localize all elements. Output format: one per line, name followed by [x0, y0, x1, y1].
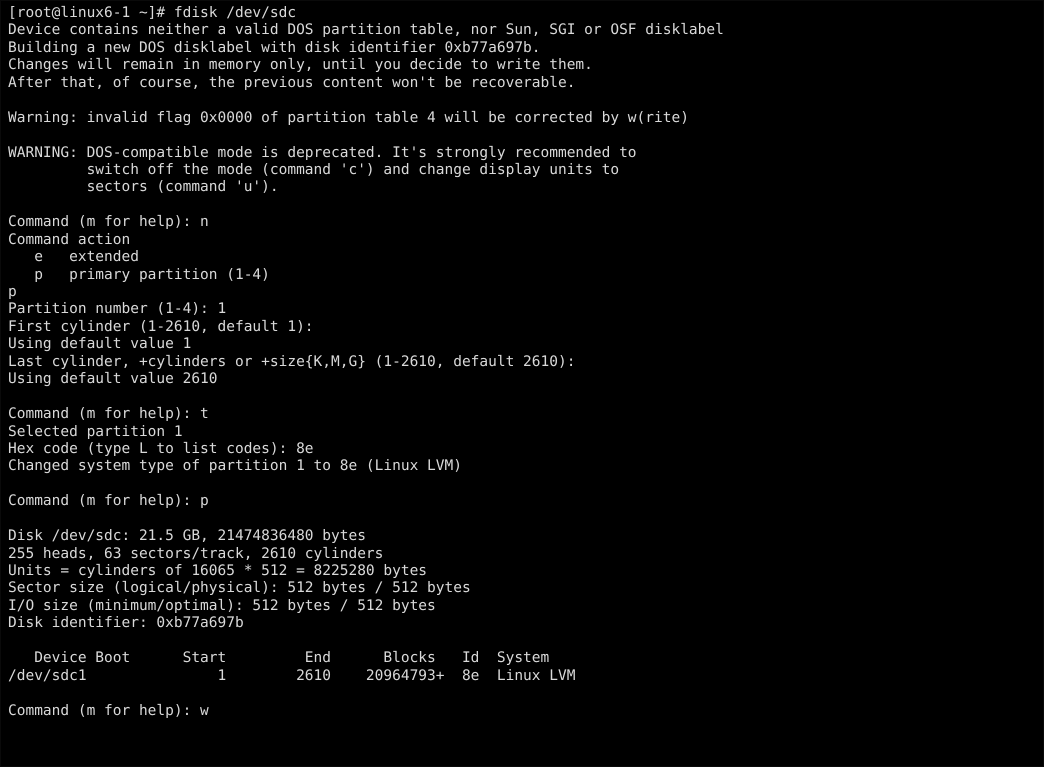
terminal-line: Last cylinder, +cylinders or +size{K,M,G… [8, 353, 576, 370]
terminal-line: e extended [8, 249, 139, 266]
terminal-line: switch off the mode (command 'c') and ch… [8, 161, 620, 178]
terminal-line: Sector size (logical/physical): 512 byte… [8, 580, 471, 597]
terminal-line: Partition number (1-4): 1 [8, 301, 227, 318]
terminal-line: p primary partition (1-4) [8, 266, 270, 283]
terminal-line: Warning: invalid flag 0x0000 of partitio… [8, 109, 689, 126]
terminal-line: First cylinder (1-2610, default 1): [8, 318, 314, 335]
terminal-line: Using default value 1 [8, 336, 192, 353]
terminal-line: Command action [8, 231, 131, 248]
terminal-line: Units = cylinders of 16065 * 512 = 82252… [8, 563, 428, 579]
terminal-line-prompt: Command (m for help): w [8, 702, 209, 719]
terminal-line: WARNING: DOS-compatible mode is deprecat… [8, 144, 637, 161]
terminal-line: Command (m for help): n [8, 214, 209, 231]
terminal-line: Using default value 2610 [8, 371, 218, 388]
partition-table-header: Device Boot Start End Blocks Id System [8, 650, 550, 667]
terminal-line: Selected partition 1 [8, 423, 183, 440]
terminal-line: Command (m for help): p [8, 493, 209, 510]
terminal-line: Disk identifier: 0xb77a697b [8, 615, 244, 632]
terminal-line: Device contains neither a valid DOS part… [8, 22, 724, 39]
terminal-window[interactable]: [root@linux6-1 ~]# fdisk /dev/sdc Device… [0, 0, 1044, 767]
terminal-line: Hex code (type L to list codes): 8e [8, 440, 314, 457]
terminal-line: Changed system type of partition 1 to 8e… [8, 458, 462, 475]
terminal-line: Command (m for help): t [8, 406, 209, 423]
terminal-line: sectors (command 'u'). [8, 179, 279, 196]
terminal-line: Building a new DOS disklabel with disk i… [8, 39, 541, 56]
terminal-line: I/O size (minimum/optimal): 512 bytes / … [8, 597, 436, 614]
terminal-line: After that, of course, the previous cont… [8, 74, 576, 91]
terminal-line: Disk /dev/sdc: 21.5 GB, 21474836480 byte… [8, 528, 366, 545]
terminal-line: 255 heads, 63 sectors/track, 2610 cylind… [8, 545, 384, 562]
terminal-line: Changes will remain in memory only, unti… [8, 57, 593, 74]
terminal-line: [root@linux6-1 ~]# fdisk /dev/sdc [8, 5, 297, 21]
terminal-screen[interactable]: [root@linux6-1 ~]# fdisk /dev/sdc Device… [8, 5, 1043, 766]
terminal-line: p [8, 284, 17, 300]
partition-table-row: /dev/sdc1 1 2610 20964793+ 8e Linux LVM [8, 667, 576, 684]
